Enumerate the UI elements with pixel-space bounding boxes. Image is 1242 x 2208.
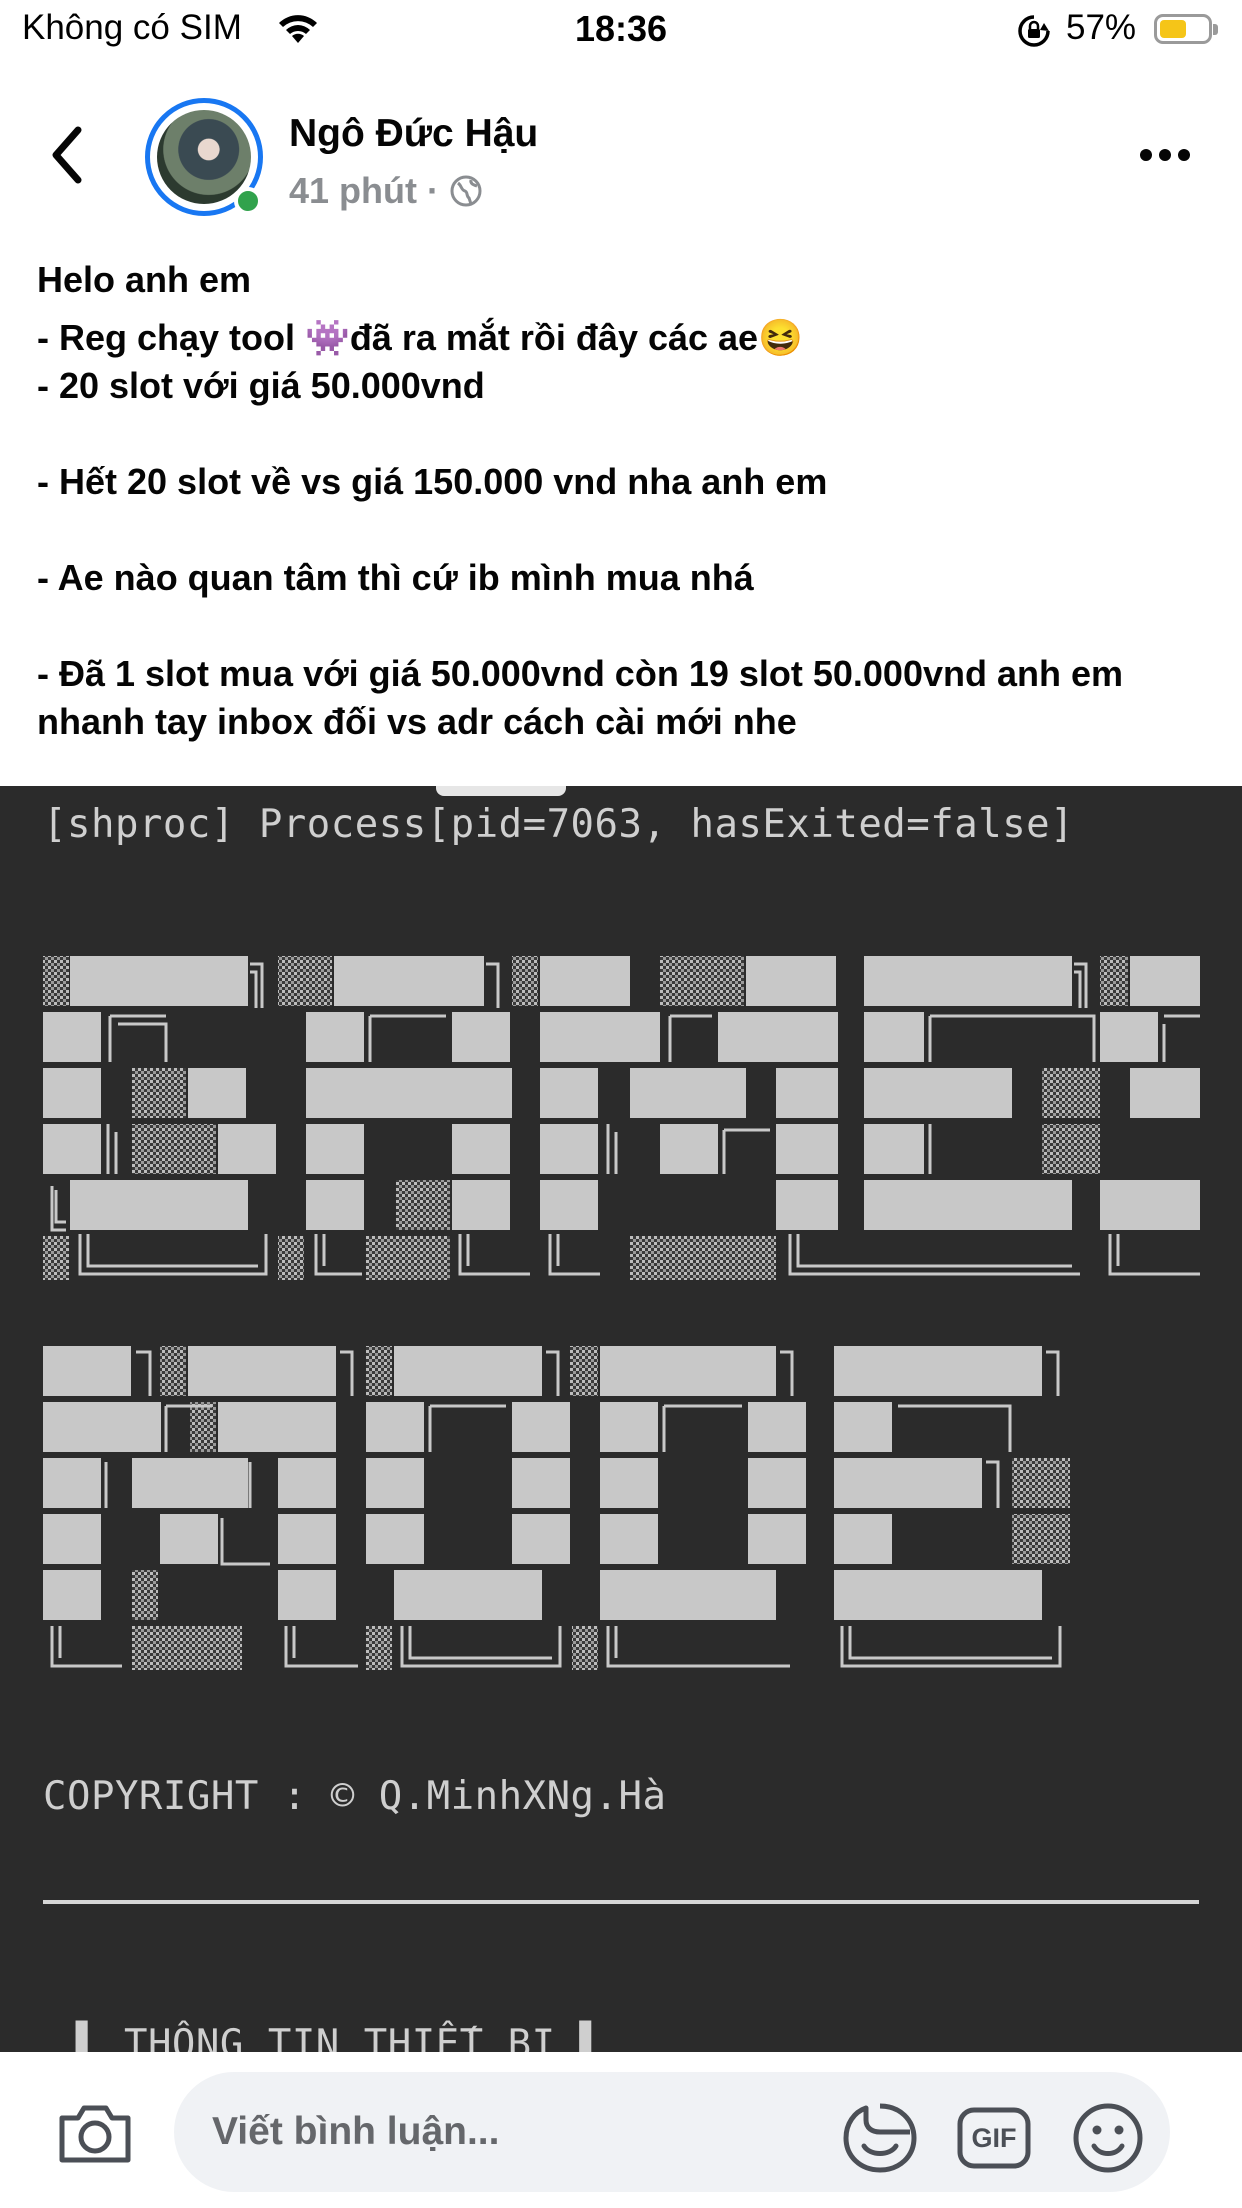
meta-separator: ·	[427, 170, 440, 211]
status-bar: Không có SIM 18:36 57%	[0, 0, 1242, 64]
emoji-icon	[1073, 2103, 1143, 2173]
sticker-icon	[843, 2103, 917, 2173]
post-line: - Reg chạy tool 👾đã ra mắt rồi đây các a…	[37, 317, 803, 358]
more-dot-icon	[1159, 149, 1171, 161]
comment-input[interactable]: Viết bình luận... GIF	[174, 2072, 1170, 2192]
chevron-left-icon	[52, 126, 82, 184]
post-line: - Ae nào quan tâm thì cứ ib mình mua nhá	[37, 557, 754, 598]
post-body: Helo anh em - Reg chạy tool 👾đã ra mắt r…	[37, 256, 1217, 746]
post-line: - 20 slot với giá 50.000vnd	[37, 365, 485, 406]
comment-bar: Viết bình luận... GIF	[0, 2052, 1242, 2208]
battery-percent: 57%	[1066, 8, 1137, 47]
post-line: - Hết 20 slot về vs giá 150.000 vnd nha …	[37, 461, 828, 502]
post-line: Helo anh em	[37, 259, 252, 300]
clock: 18:36	[574, 8, 668, 49]
camera-button[interactable]	[56, 2100, 134, 2166]
gif-button[interactable]: GIF	[956, 2100, 1032, 2176]
post-meta: 41 phút ·	[289, 170, 483, 212]
battery-icon	[1154, 14, 1218, 44]
more-dot-icon	[1178, 149, 1190, 161]
author-avatar[interactable]	[145, 98, 263, 216]
post-line: - Đã 1 slot mua với giá 50.000vnd còn 19…	[37, 653, 1124, 742]
author-name[interactable]: Ngô Đức Hậu	[289, 112, 538, 156]
post-image-terminal[interactable]: [shproc] Process[pid=7063, hasExited=fal…	[0, 786, 1242, 2052]
gif-label: GIF	[971, 2123, 1017, 2153]
ascii-art-banner	[43, 956, 1200, 1670]
more-options-button[interactable]	[1140, 140, 1200, 170]
online-status-indicator	[234, 187, 262, 215]
back-button[interactable]	[44, 122, 94, 188]
terminal-divider	[43, 1900, 1199, 1904]
sticker-button[interactable]	[842, 2100, 918, 2176]
camera-icon	[59, 2105, 131, 2163]
globe-icon	[450, 175, 482, 207]
post-time[interactable]: 41 phút	[289, 170, 417, 212]
section-line: ▌ THÔNG TIN THIẾT BỊ ▌	[76, 2022, 604, 2052]
battery-fill	[1160, 20, 1187, 38]
comment-placeholder: Viết bình luận...	[212, 2110, 500, 2153]
avatar-image	[157, 110, 251, 204]
emoji-button[interactable]	[1070, 2100, 1146, 2176]
rotation-lock-icon	[1018, 15, 1050, 47]
more-dot-icon	[1140, 149, 1152, 161]
copyright-line: COPYRIGHT : © Q.MinhXNg.Hà	[43, 1774, 667, 1819]
